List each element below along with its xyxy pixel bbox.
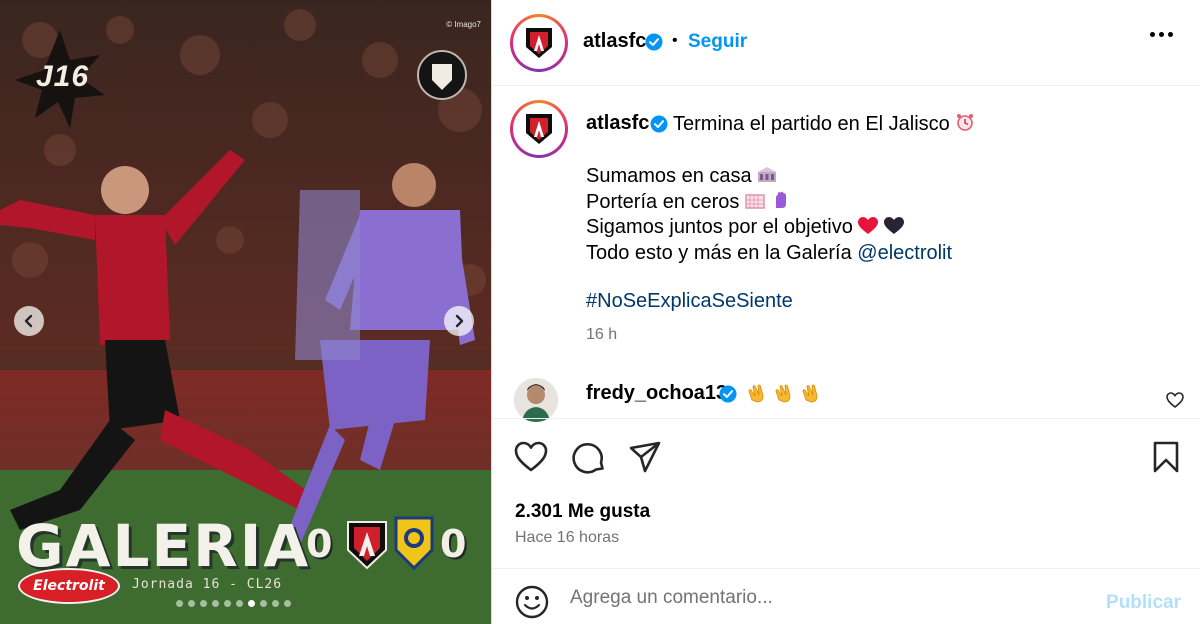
verified-badge-icon <box>645 33 663 51</box>
save-bookmark-icon[interactable] <box>1152 441 1180 473</box>
carousel-dot <box>188 600 195 607</box>
carousel-dot <box>200 600 207 607</box>
caption-author[interactable]: atlasfc <box>586 112 649 135</box>
verified-badge-icon <box>719 385 737 403</box>
caption-line: Sumamos en casa <box>586 164 952 190</box>
comment-composer: Publicar <box>492 568 1200 624</box>
atlas-crest-icon <box>526 114 552 144</box>
goal-net-icon <box>745 193 765 209</box>
tigres-crest-icon <box>394 516 434 570</box>
chevron-right-icon <box>455 314 464 328</box>
publish-button[interactable]: Publicar <box>1106 592 1181 614</box>
share-send-icon[interactable] <box>628 441 662 473</box>
carousel-dot <box>236 600 243 607</box>
clapping-hands-icon <box>775 384 791 403</box>
red-heart-icon <box>858 217 879 234</box>
carousel-dot <box>284 600 291 607</box>
carousel-dot <box>272 600 279 607</box>
more-options-icon[interactable] <box>1150 32 1173 37</box>
like-comment-heart-icon[interactable] <box>1166 392 1184 408</box>
carousel-next-button[interactable] <box>444 306 474 336</box>
post-header: atlasfc • Seguir <box>492 0 1200 86</box>
avatar[interactable] <box>510 14 568 72</box>
sponsor-logo: Electrolit <box>18 568 120 604</box>
like-heart-icon[interactable] <box>514 441 548 473</box>
follow-button[interactable]: Seguir <box>688 31 747 53</box>
clapping-hands-icon <box>802 384 818 403</box>
matchday-badge: J16 <box>36 60 90 93</box>
comment-text <box>746 382 822 407</box>
caption-line: Todo esto y más en la Galería @electroli… <box>586 241 953 264</box>
caption-body: Sumamos en casa Portería en ceros Sigamo… <box>586 164 952 266</box>
avatar[interactable] <box>514 378 558 422</box>
glove-icon <box>775 191 786 208</box>
clapping-hands-icon <box>748 384 764 403</box>
away-score: 0 <box>440 522 467 566</box>
home-score: 0 <box>306 522 333 566</box>
caption-timestamp: 16 h <box>586 326 618 343</box>
black-heart-icon <box>883 217 904 234</box>
verified-badge-icon <box>650 115 668 133</box>
emoji-picker-icon[interactable] <box>515 585 549 619</box>
comment-author[interactable]: fredy_ochoa13 <box>586 382 727 405</box>
atlas-crest-icon <box>347 521 387 570</box>
caption-first-line: Termina el partido en El Jalisco <box>673 112 975 136</box>
mention-link[interactable]: @electrolit <box>857 242 952 264</box>
carousel-dot <box>212 600 219 607</box>
carousel-dot <box>224 600 231 607</box>
comment-input[interactable] <box>570 583 1070 613</box>
separator-dot: • <box>672 32 678 49</box>
hashtag-link[interactable]: #NoSeExplicaSeSiente <box>586 290 793 313</box>
post-timestamp: Hace 16 horas <box>515 529 620 546</box>
chevron-left-icon <box>24 314 33 328</box>
avatar[interactable] <box>510 100 568 158</box>
post-actions: 2.301 Me gusta Hace 16 horas <box>492 418 1200 568</box>
comment-bubble-icon[interactable] <box>572 441 606 475</box>
stadium-icon <box>758 167 777 182</box>
photo-credit: © Imago7 <box>446 20 481 29</box>
carousel-dot <box>248 600 255 607</box>
caption-line: Portería en ceros <box>586 190 952 216</box>
post-panel: atlasfc • Seguir atlasfc Termina el part… <box>491 0 1200 624</box>
atlas-crest-icon <box>526 28 552 58</box>
user-photo <box>514 378 558 422</box>
carousel-prev-button[interactable] <box>14 306 44 336</box>
carousel-dot <box>176 600 183 607</box>
likes-count[interactable]: 2.301 Me gusta <box>515 501 650 523</box>
post-author[interactable]: atlasfc <box>583 30 646 53</box>
matchday-label: Jornada 16 - CL26 <box>132 577 283 592</box>
post-media[interactable]: © Imago7 J16 GALERIA 0 0 Electrolit Jorn… <box>0 0 491 624</box>
caption-line: Sigamos juntos por el objetivo <box>586 215 952 241</box>
alarm-clock-icon <box>957 114 974 131</box>
carousel-dot <box>260 600 267 607</box>
carousel-indicator <box>176 600 291 607</box>
